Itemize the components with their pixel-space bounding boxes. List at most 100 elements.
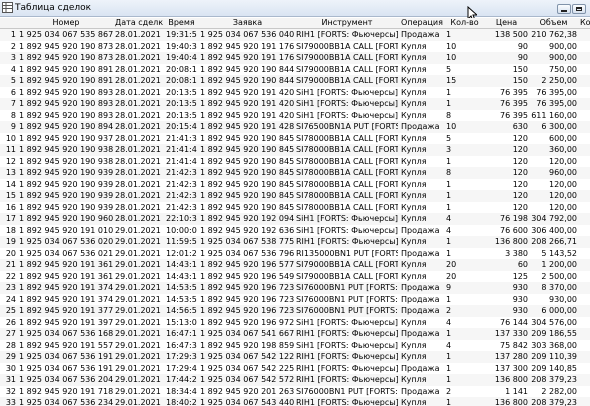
quantity: 8 <box>446 110 452 120</box>
table-row[interactable]: 171 892 945 920 190 960 61528.01.2021 22:… <box>0 213 590 225</box>
volume: 900,00 <box>549 53 577 62</box>
trade-time: 21:41:37 <box>166 133 197 143</box>
table-row[interactable]: 11 925 034 067 535 867 87328.01.202119:3… <box>0 29 590 41</box>
header-order[interactable]: Заявка <box>200 18 295 28</box>
header-operation[interactable]: Операция <box>401 18 443 28</box>
header-trade-date[interactable]: Дата сделки <box>115 18 163 28</box>
price: 120 <box>512 179 528 189</box>
price: 120 <box>512 145 528 154</box>
quantity: 8 <box>446 168 452 177</box>
trade-time: 21:41:45 <box>166 145 197 154</box>
trade-date: 28.01.2021 <box>115 133 161 143</box>
trade-time: 21:42:35 <box>166 179 197 189</box>
minimize-button[interactable] <box>557 4 571 14</box>
table-row[interactable]: 21 892 945 920 190 873 16528.01.2021 19:4… <box>0 41 590 53</box>
table-row[interactable]: 121 892 945 920 190 938 55528.01.2021 21:… <box>0 156 590 168</box>
trade-time: 12:01:27 <box>166 248 197 258</box>
table-row[interactable]: 221 892 945 920 191 361 59429.01.2021 14:… <box>0 271 590 283</box>
trade-number: 1 925 034 067 536 191 327 <box>19 363 113 373</box>
trade-time: 21:42:35 <box>166 168 197 177</box>
table-row[interactable]: 201 925 034 067 536 021 18329.01.2021 12:… <box>0 248 590 260</box>
header-instrument[interactable]: Инструмент <box>296 18 398 28</box>
price: 120 <box>512 202 528 212</box>
maximize-button[interactable] <box>572 4 586 14</box>
table-row[interactable]: 241 892 945 920 191 374 78529.01.2021 14:… <box>0 294 590 306</box>
header-time[interactable]: Время <box>166 18 197 28</box>
table-row[interactable]: 181 892 945 920 191 010 29629.01.2021 10:… <box>0 225 590 237</box>
trade-date: 29.01.2021 <box>115 375 161 384</box>
volume: 209 110,39 <box>531 352 577 361</box>
instrument: SI76500BN1A PUT [FORTS: Опционы] <box>296 122 398 131</box>
table-row[interactable]: 91 892 945 920 190 894 60528.01.2021 20:1… <box>0 121 590 133</box>
price: 138 500 <box>494 30 528 39</box>
table-row[interactable]: 271 925 034 067 536 168 08429.01.2021 16:… <box>0 328 590 340</box>
instrument: SiH1 [FORTS: Фьючерсы] <box>296 340 398 350</box>
trade-number: 1 892 945 920 190 938 555 <box>19 156 113 166</box>
quantity: 4 <box>446 214 452 223</box>
trade-number: 1 892 945 920 190 893 750 <box>19 110 113 120</box>
row-index: 27 <box>5 329 16 338</box>
trade-time: 15:13:09 <box>166 317 197 327</box>
quantity: 10 <box>446 122 457 131</box>
table-row[interactable]: 261 892 945 920 191 397 66129.01.2021 15:… <box>0 317 590 329</box>
price: 930 <box>512 294 528 304</box>
price: 1 141 <box>505 386 528 396</box>
table-row[interactable]: 31 892 945 920 190 873 16628.01.2021 19:4… <box>0 52 590 64</box>
table-row[interactable]: 251 892 945 920 191 377 36129.01.2021 14:… <box>0 305 590 317</box>
row-index: 30 <box>5 363 16 373</box>
trade-time: 18:40:21 <box>166 398 197 406</box>
operation: Купля <box>401 237 427 246</box>
volume: 208 379,23 <box>531 398 577 406</box>
table-row[interactable]: 71 892 945 920 190 893 74928.01.2021 20:1… <box>0 98 590 110</box>
trades-table[interactable]: Номер Дата сделки Время Заявка Инструмен… <box>0 18 590 406</box>
table-row[interactable]: 321 892 945 920 191 718 08629.01.2021 18:… <box>0 386 590 398</box>
header-extra[interactable]: Ко <box>580 18 590 28</box>
header-price[interactable]: Цена <box>485 18 528 28</box>
table-row[interactable]: 141 892 945 920 190 939 60228.01.2021 21:… <box>0 179 590 191</box>
row-index: 5 <box>10 76 16 85</box>
header-quantity[interactable]: Кол-во <box>446 18 483 28</box>
operation: Купля <box>401 156 427 166</box>
instrument: SiH1 [FORTS: Фьючерсы] <box>296 99 398 108</box>
operation: Продажа <box>401 248 440 258</box>
row-index: 6 <box>10 87 16 97</box>
operation: Купля <box>401 398 427 406</box>
volume: 900,00 <box>549 41 577 51</box>
table-row[interactable]: 291 925 034 067 536 191 16429.01.2021 17:… <box>0 351 590 363</box>
operation: Купля <box>401 340 427 350</box>
trade-time: 17:29:37 <box>166 352 197 361</box>
table-row[interactable]: 211 892 945 920 191 361 59329.01.2021 14:… <box>0 259 590 271</box>
table-row[interactable]: 161 892 945 920 190 939 60428.01.2021 21:… <box>0 202 590 214</box>
table-row[interactable]: 331 925 034 067 536 234 92529.01.2021 18:… <box>0 397 590 406</box>
table-row[interactable]: 301 925 034 067 536 191 32729.01.2021 17:… <box>0 363 590 375</box>
operation: Купля <box>401 168 427 177</box>
header-volume[interactable]: Объем <box>530 18 577 28</box>
table-row[interactable]: 81 892 945 920 190 893 75028.01.202120:1… <box>0 110 590 122</box>
table-row[interactable]: 151 892 945 920 190 939 60328.01.2021 21:… <box>0 190 590 202</box>
volume: 120,00 <box>549 156 577 166</box>
row-index: 1 <box>10 30 16 39</box>
table-row[interactable]: 111 892 945 920 190 938 55128.01.2021 21:… <box>0 144 590 156</box>
instrument: SI78000BB1A CALL [FORTS: Опционы] <box>296 145 398 154</box>
volume: 304 792,00 <box>531 214 577 223</box>
table-row[interactable]: 191 925 034 067 536 020 31129.01.2021 11:… <box>0 236 590 248</box>
table-row[interactable]: 101 892 945 920 190 937 90528.01.2021 21:… <box>0 133 590 145</box>
table-row[interactable]: 41 892 945 920 190 891 48328.01.2021 20:0… <box>0 64 590 76</box>
table-row[interactable]: 231 892 945 920 191 374 78429.01.2021 14:… <box>0 282 590 294</box>
table-row[interactable]: 51 892 945 920 190 891 48228.01.2021 20:0… <box>0 75 590 87</box>
table-row[interactable]: 311 925 034 067 536 204 85029.01.2021 17:… <box>0 374 590 386</box>
table-row[interactable]: 131 892 945 920 190 939 60128.01.2021 21:… <box>0 167 590 179</box>
instrument: SI79000BB1A CALL [FORTS: Опционы] <box>296 76 398 85</box>
header-number[interactable]: Номер <box>19 18 113 28</box>
trade-date: 28.01.2021 <box>115 191 161 200</box>
instrument: SI78000BB1A CALL [FORTS: Опционы] <box>296 168 398 177</box>
row-index: 24 <box>5 294 16 304</box>
operation: Купля <box>401 145 427 154</box>
table-row[interactable]: 281 892 945 920 191 557 83929.01.2021 16:… <box>0 340 590 352</box>
quantity: 1 <box>446 329 452 338</box>
row-index: 22 <box>5 271 16 281</box>
trade-time: 21:42:35 <box>166 191 197 200</box>
quantity: 1 <box>446 191 452 200</box>
table-row[interactable]: 61 892 945 920 190 893 74828.01.2021 20:1… <box>0 87 590 99</box>
volume: 750,00 <box>549 64 577 74</box>
